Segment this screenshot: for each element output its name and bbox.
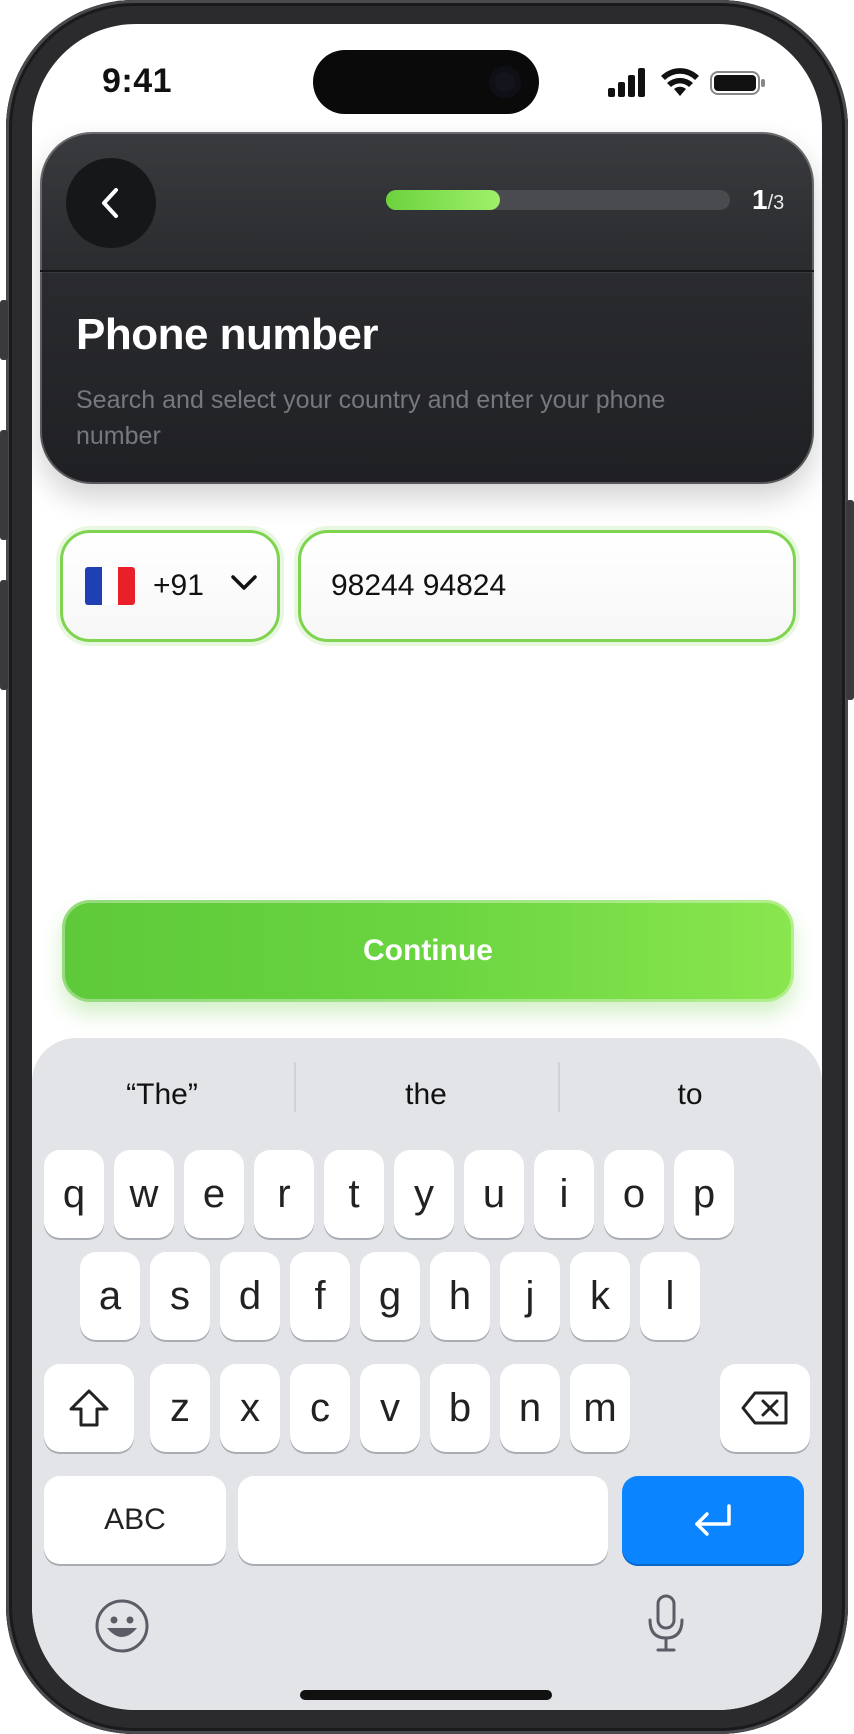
- suggestion-1[interactable]: “The”: [32, 1078, 292, 1112]
- front-camera: [489, 66, 521, 98]
- key-m[interactable]: m: [570, 1364, 630, 1452]
- suggestion-2[interactable]: the: [296, 1078, 556, 1112]
- key-u[interactable]: u: [464, 1150, 524, 1238]
- key-g[interactable]: g: [360, 1252, 420, 1340]
- header-divider: [40, 270, 814, 272]
- key-d[interactable]: d: [220, 1252, 280, 1340]
- return-key[interactable]: [622, 1476, 804, 1564]
- key-k[interactable]: k: [570, 1252, 630, 1340]
- backspace-icon: [741, 1391, 788, 1425]
- key-f[interactable]: f: [290, 1252, 350, 1340]
- progress-count: 1/3: [752, 184, 784, 216]
- abc-key[interactable]: ABC: [44, 1476, 226, 1564]
- continue-button[interactable]: Continue: [62, 900, 794, 1002]
- page-title: Phone number: [76, 310, 379, 359]
- france-flag-icon: [85, 567, 135, 605]
- progress-fill: [386, 190, 500, 210]
- status-time: 9:41: [102, 62, 173, 100]
- page-subtitle: Search and select your country and enter…: [76, 386, 666, 450]
- dial-code: +91: [153, 569, 204, 602]
- volume-down-button: [0, 580, 8, 690]
- progress-total: /3: [767, 192, 785, 214]
- delete-key[interactable]: [720, 1364, 810, 1452]
- key-t[interactable]: t: [324, 1150, 384, 1238]
- key-h[interactable]: h: [430, 1252, 490, 1340]
- progress-bar: [386, 190, 730, 210]
- key-n[interactable]: n: [500, 1364, 560, 1452]
- shift-key[interactable]: [44, 1364, 134, 1452]
- emoji-icon[interactable]: [94, 1598, 150, 1654]
- key-l[interactable]: l: [640, 1252, 700, 1340]
- key-j[interactable]: j: [500, 1252, 560, 1340]
- key-e[interactable]: e: [184, 1150, 244, 1238]
- battery-icon: [710, 71, 765, 95]
- progress-current: 1: [752, 184, 768, 215]
- status-icons: [606, 68, 766, 98]
- key-x[interactable]: x: [220, 1364, 280, 1452]
- space-key[interactable]: [238, 1476, 608, 1564]
- volume-up-button: [0, 430, 8, 540]
- key-s[interactable]: s: [150, 1252, 210, 1340]
- key-r[interactable]: r: [254, 1150, 314, 1238]
- home-indicator: [300, 1690, 552, 1700]
- back-button[interactable]: [66, 158, 156, 248]
- screen: 9:41 1/3 Phone number Search and select …: [32, 24, 822, 1710]
- key-z[interactable]: z: [150, 1364, 210, 1452]
- key-w[interactable]: w: [114, 1150, 174, 1238]
- phone-number-input[interactable]: 98244 94824: [298, 530, 796, 642]
- key-i[interactable]: i: [534, 1150, 594, 1238]
- dynamic-island: [313, 50, 539, 114]
- suggestion-3[interactable]: to: [560, 1078, 820, 1112]
- key-v[interactable]: v: [360, 1364, 420, 1452]
- key-c[interactable]: c: [290, 1364, 350, 1452]
- chevron-down-icon: [231, 575, 257, 590]
- key-o[interactable]: o: [604, 1150, 664, 1238]
- key-y[interactable]: y: [394, 1150, 454, 1238]
- key-p[interactable]: p: [674, 1150, 734, 1238]
- power-button: [846, 500, 854, 700]
- keyboard: “The” the to qwertyuiop asdfghjkl zxcvbn…: [32, 1038, 822, 1710]
- microphone-icon[interactable]: [644, 1594, 688, 1654]
- side-button: [0, 300, 8, 360]
- return-icon: [695, 1504, 731, 1536]
- shift-icon: [69, 1389, 109, 1427]
- key-q[interactable]: q: [44, 1150, 104, 1238]
- header-card: 1/3 Phone number Search and select your …: [40, 132, 814, 484]
- wifi-icon: [661, 68, 699, 96]
- signal-icon: [608, 68, 645, 97]
- chevron-left-icon: [102, 188, 118, 218]
- key-a[interactable]: a: [80, 1252, 140, 1340]
- key-b[interactable]: b: [430, 1364, 490, 1452]
- country-code-select[interactable]: +91: [60, 530, 280, 642]
